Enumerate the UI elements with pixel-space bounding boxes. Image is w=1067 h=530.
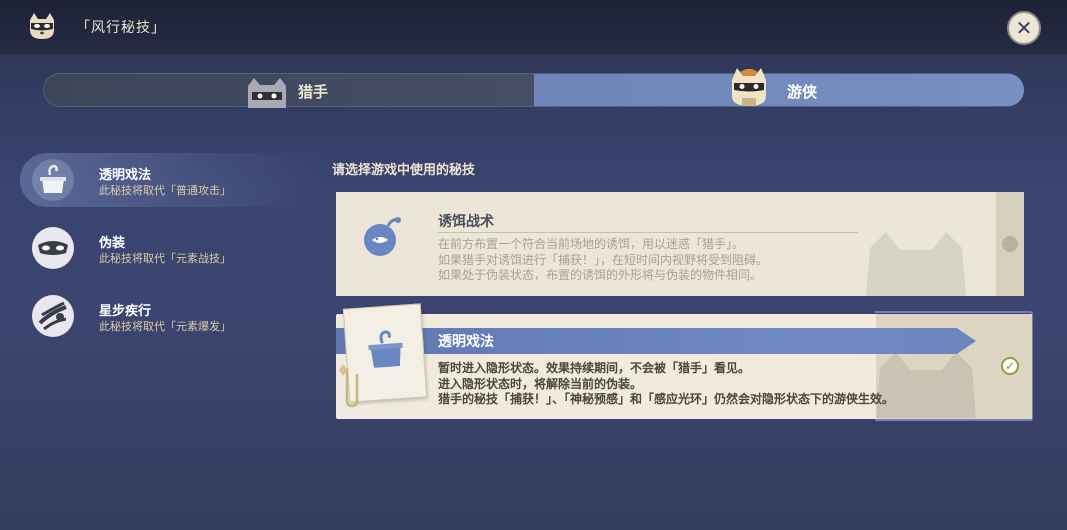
card-description: 在前方布置一个符合当前场地的诱饵，用以迷惑「猎手」。 如果猎手对诱饵进行「捕获！…	[438, 237, 768, 284]
card-desc-line: 猎手的秘技「捕获！」、「神秘预感」和「感应光环」仍然会对隐形状态下的游侠生效。	[438, 392, 895, 406]
skill-desc: 此秘技将取代「元素战技」	[99, 252, 231, 265]
skill-item-disguise[interactable]: 伪装 此秘技将取代「元素战技」	[20, 221, 320, 275]
card-title: 诱饵战术	[438, 214, 494, 230]
tab-ranger[interactable]: 游侠	[534, 68, 1024, 106]
role-tabs: 猎手 游侠	[43, 68, 1024, 108]
cat-watermark-icon	[866, 232, 966, 296]
tab-hunter-label: 猎手	[298, 83, 329, 101]
skill-desc: 此秘技将取代「元素爆发」	[99, 320, 231, 333]
invisible-box-icon	[32, 159, 74, 201]
close-button[interactable]: ✕	[1007, 11, 1041, 45]
tab-hunter[interactable]: 猎手	[44, 74, 534, 108]
card-desc-line: 暂时进入隐形状态。效果持续期间，不会被「猎手」看见。	[438, 361, 751, 375]
card-desc-line: 在前方布置一个符合当前场地的诱饵，用以迷惑「猎手」。	[438, 237, 745, 251]
card-desc-line: 如果猎手对诱饵进行「捕获！」，在短时间内视野将受到阻碍。	[438, 252, 769, 267]
skill-card-bait[interactable]: 诱饵战术 在前方布置一个符合当前场地的诱饵，用以迷惑「猎手」。 如果猎手对诱饵进…	[336, 192, 1024, 296]
section-prompt: 请选择游戏中使用的秘技	[332, 163, 476, 178]
skill-name: 星步疾行	[99, 304, 152, 319]
ranger-cat-icon	[732, 68, 766, 106]
tab-ranger-label: 游侠	[787, 83, 818, 101]
invisible-box-icon	[368, 330, 403, 368]
skill-item-star-dash[interactable]: 星步疾行 此秘技将取代「元素爆发」	[20, 289, 320, 343]
title-divider	[438, 232, 858, 233]
select-radio[interactable]	[1002, 236, 1018, 252]
card-desc-line: 进入隐形状态时，将解除当前的伪装。	[438, 376, 643, 391]
card-title: 透明戏法	[438, 334, 494, 350]
paperclip-icon	[339, 364, 359, 408]
skill-item-invisibility[interactable]: 透明戏法 此秘技将取代「普通攻击」	[20, 153, 320, 207]
skill-card-invisibility[interactable]: 透明戏法 暂时进入隐形状态。效果持续期间，不会被「猎手」看见。 进入隐形状态时，…	[336, 314, 1032, 419]
disguise-mask-icon	[32, 227, 74, 269]
selected-check[interactable]: ✓	[1001, 357, 1019, 375]
card-desc-line: 如果处于伪装状态，布置的诱饵的外形将与伪装的物件相同。	[438, 268, 763, 282]
hunter-cat-icon	[248, 78, 286, 108]
close-icon: ✕	[1015, 16, 1033, 40]
check-icon: ✓	[1004, 359, 1016, 373]
bait-bomb-icon	[364, 217, 401, 256]
card-title-banner	[336, 328, 976, 354]
skill-name: 透明戏法	[99, 168, 152, 183]
page-title: 「风行秘技」	[76, 20, 166, 36]
skill-name: 伪装	[99, 236, 126, 251]
card-description: 暂时进入隐形状态。效果持续期间，不会被「猎手」看见。 进入隐形状态时，将解除当前…	[438, 361, 894, 408]
star-dash-icon	[32, 295, 74, 337]
raccoon-mask-icon	[30, 13, 54, 39]
top-bar: 「风行秘技」 ✕	[0, 0, 1067, 54]
skill-desc: 此秘技将取代「普通攻击」	[99, 184, 231, 197]
